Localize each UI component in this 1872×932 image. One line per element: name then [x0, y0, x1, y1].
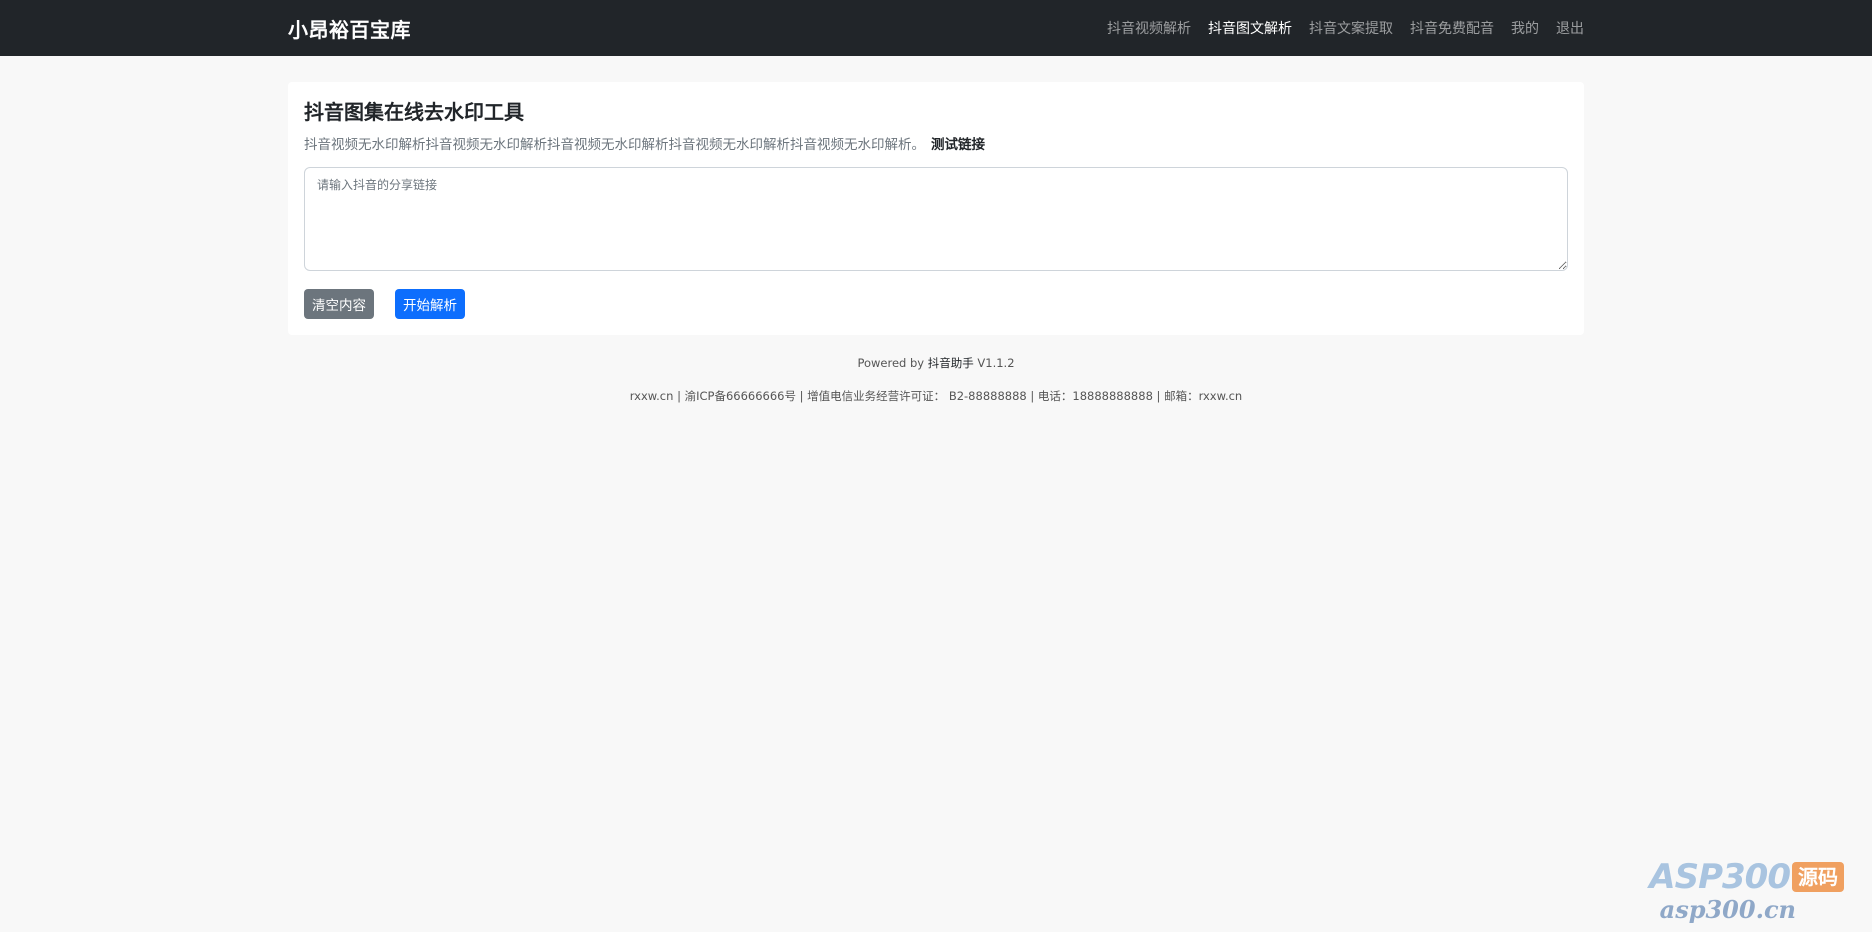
nav-link-logout[interactable]: 退出 [1556, 18, 1584, 38]
footer: Powered by 抖音助手 V1.1.2 rxxw.cn | 渝ICP备66… [288, 355, 1584, 404]
version-text: V1.1.2 [973, 356, 1015, 370]
nav-link-image-parse[interactable]: 抖音图文解析 [1208, 18, 1292, 38]
watermark-logo: ASP300 源码 [1649, 857, 1844, 897]
button-row: 清空内容 开始解析 [304, 289, 1568, 319]
nav-link-free-dubbing[interactable]: 抖音免费配音 [1410, 18, 1494, 38]
test-link[interactable]: 测试链接 [931, 137, 985, 153]
watermark-badge: 源码 [1792, 862, 1844, 892]
powered-by: Powered by 抖音助手 V1.1.2 [288, 355, 1584, 371]
powered-app-name[interactable]: 抖音助手 [928, 356, 974, 370]
watermark-asp-text: ASP300 [1649, 857, 1791, 897]
tool-card: 抖音图集在线去水印工具 抖音视频无水印解析抖音视频无水印解析抖音视频无水印解析抖… [288, 82, 1584, 335]
description-text: 抖音视频无水印解析抖音视频无水印解析抖音视频无水印解析抖音视频无水印解析抖音视频… [304, 137, 925, 153]
site-brand[interactable]: 小昂裕百宝库 [288, 14, 411, 43]
icp-info: rxxw.cn | 渝ICP备66666666号 | 增值电信业务经营许可证： … [629, 389, 1243, 403]
watermark-url: asp300.cn [1659, 895, 1796, 924]
parse-button[interactable]: 开始解析 [395, 289, 465, 319]
tool-title: 抖音图集在线去水印工具 [304, 100, 524, 124]
navbar-inner: 小昂裕百宝库 抖音视频解析 抖音图文解析 抖音文案提取 抖音免费配音 我的 退出 [288, 14, 1584, 43]
nav-link-video-parse[interactable]: 抖音视频解析 [1107, 18, 1191, 38]
nav-link-copy-extract[interactable]: 抖音文案提取 [1309, 18, 1393, 38]
nav-link-mine[interactable]: 我的 [1511, 18, 1539, 38]
powered-prefix: Powered by [857, 356, 928, 370]
site-watermark: ASP300 源码 asp300.cn [1649, 857, 1844, 924]
clear-button[interactable]: 清空内容 [304, 289, 374, 319]
share-link-input[interactable] [304, 167, 1568, 271]
tool-description: 抖音视频无水印解析抖音视频无水印解析抖音视频无水印解析抖音视频无水印解析抖音视频… [304, 133, 1568, 153]
main-container: 抖音图集在线去水印工具 抖音视频无水印解析抖音视频无水印解析抖音视频无水印解析抖… [288, 82, 1584, 404]
nav-links: 抖音视频解析 抖音图文解析 抖音文案提取 抖音免费配音 我的 退出 [1090, 18, 1584, 38]
top-navbar: 小昂裕百宝库 抖音视频解析 抖音图文解析 抖音文案提取 抖音免费配音 我的 退出 [0, 0, 1872, 56]
